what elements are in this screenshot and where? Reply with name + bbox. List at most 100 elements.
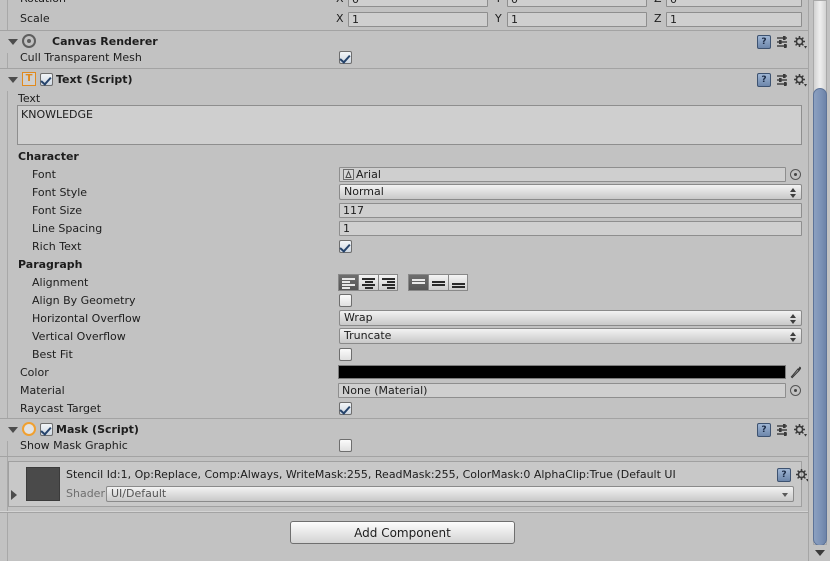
gear-icon[interactable] [795, 468, 808, 482]
row-font: Font Arial [0, 166, 808, 184]
axis-label-x: X [336, 0, 344, 8]
font-style-value: Normal [344, 185, 384, 198]
row-align-by-geometry: Align By Geometry [0, 292, 808, 310]
foldout-arrow-mask-script[interactable] [8, 427, 18, 433]
line-spacing-field[interactable]: 1 [339, 221, 802, 236]
row-font-style: Font Style Normal [0, 184, 808, 202]
row-alignment: Alignment [0, 274, 808, 292]
help-icon[interactable]: ? [757, 73, 771, 87]
canvas-renderer-icon [22, 34, 36, 48]
vertical-overflow-value: Truncate [344, 329, 392, 342]
row-color: Color [0, 364, 808, 382]
row-font-size: Font Size 117 [0, 202, 808, 220]
divider [0, 512, 808, 513]
checkbox-cull-transparent-mesh[interactable] [339, 51, 352, 64]
gear-icon[interactable] [793, 35, 808, 49]
label-cull-transparent-mesh: Cull Transparent Mesh [20, 51, 142, 64]
label-horizontal-overflow: Horizontal Overflow [32, 312, 141, 325]
align-left-button[interactable] [338, 274, 358, 291]
horizontal-overflow-value: Wrap [344, 311, 373, 324]
font-object-field[interactable]: Arial [339, 167, 786, 182]
align-middle-button[interactable] [428, 274, 448, 291]
row-cull-transparent-mesh: Cull Transparent Mesh [0, 49, 808, 67]
scroll-down-button[interactable] [813, 545, 827, 561]
scale-z-field[interactable]: 1 [666, 12, 802, 27]
horizontal-overflow-dropdown[interactable]: Wrap [339, 310, 802, 326]
row-line-spacing: Line Spacing 1 [0, 220, 808, 238]
label-best-fit: Best Fit [32, 348, 73, 361]
row-horizontal-overflow: Horizontal Overflow Wrap [0, 310, 808, 328]
transform-row-scale: Scale X 1 Y 1 Z 1 [0, 10, 808, 28]
axis-label-x: X [336, 12, 344, 25]
axis-label-z: Z [654, 0, 662, 8]
rotation-z-field[interactable]: 0 [666, 0, 802, 7]
row-raycast-target: Raycast Target [0, 400, 808, 418]
inspector-body: Rotation X 0 Y 0 Z 0 Scale X 1 Y 1 Z 1 C… [0, 0, 808, 561]
row-vertical-overflow: Vertical Overflow Truncate [0, 328, 808, 346]
section-header-character: Character [18, 150, 79, 163]
row-show-mask-graphic: Show Mask Graphic [0, 437, 808, 455]
checkbox-rich-text[interactable] [339, 240, 352, 253]
row-best-fit: Best Fit [0, 346, 808, 364]
axis-label-y: Y [495, 12, 502, 25]
gear-icon[interactable] [793, 423, 808, 437]
chevron-down-icon [782, 493, 788, 497]
row-material: Material None (Material) [0, 382, 808, 400]
label-shader: Shader [66, 487, 105, 500]
font-picker-icon[interactable] [790, 169, 801, 180]
checkbox-text-component-enabled[interactable] [40, 73, 53, 86]
component-header-text-script[interactable]: T Text (Script) ? [0, 69, 808, 91]
shader-dropdown[interactable]: UI/Default [106, 486, 794, 502]
foldout-arrow-text-script[interactable] [8, 77, 18, 83]
unity-inspector-window: Rotation X 0 Y 0 Z 0 Scale X 1 Y 1 Z 1 C… [0, 0, 830, 561]
help-icon[interactable]: ? [757, 35, 771, 49]
help-icon[interactable]: ? [777, 468, 791, 482]
align-center-button[interactable] [358, 274, 378, 291]
vertical-scrollbar[interactable] [808, 0, 830, 561]
foldout-arrow-material-block[interactable] [11, 490, 17, 500]
font-style-dropdown[interactable]: Normal [339, 184, 802, 200]
material-name-label: Stencil Id:1, Op:Replace, Comp:Always, W… [66, 468, 676, 481]
label-vertical-overflow: Vertical Overflow [32, 330, 126, 343]
align-right-button[interactable] [378, 274, 398, 291]
label-line-spacing: Line Spacing [32, 222, 103, 235]
rotation-x-field[interactable]: 0 [348, 0, 488, 7]
preset-icon[interactable] [776, 35, 790, 49]
section-header-paragraph: Paragraph [18, 258, 83, 271]
color-swatch[interactable] [338, 365, 786, 379]
gear-icon[interactable] [793, 73, 808, 87]
checkbox-raycast-target[interactable] [339, 402, 352, 415]
label-show-mask-graphic: Show Mask Graphic [20, 439, 128, 452]
checkbox-best-fit[interactable] [339, 348, 352, 361]
label-font-size: Font Size [32, 204, 83, 217]
checkbox-align-by-geometry[interactable] [339, 294, 352, 307]
text-script-icon: T [22, 72, 36, 86]
axis-label-y: Y [495, 0, 502, 8]
scrollbar-thumb[interactable] [813, 88, 827, 546]
checkbox-show-mask-graphic[interactable] [339, 439, 352, 452]
transform-label-scale: Scale [20, 12, 50, 25]
scale-y-field[interactable]: 1 [507, 12, 647, 27]
preset-icon[interactable] [776, 73, 790, 87]
label-material: Material [20, 384, 65, 397]
scale-x-field[interactable]: 1 [348, 12, 488, 27]
alignment-horizontal-group [338, 274, 398, 291]
rotation-y-field[interactable]: 0 [507, 0, 647, 7]
label-color: Color [20, 366, 49, 379]
help-icon[interactable]: ? [757, 423, 771, 437]
preset-icon[interactable] [776, 423, 790, 437]
label-raycast-target: Raycast Target [20, 402, 102, 415]
material-picker-icon[interactable] [790, 385, 801, 396]
material-object-field[interactable]: None (Material) [338, 383, 786, 398]
vertical-overflow-dropdown[interactable]: Truncate [339, 328, 802, 344]
eyedropper-icon[interactable] [790, 365, 802, 379]
align-top-button[interactable] [408, 274, 428, 291]
align-bottom-button[interactable] [448, 274, 468, 291]
divider [0, 456, 808, 457]
font-size-field[interactable]: 117 [339, 203, 802, 218]
text-value-textarea[interactable]: KNOWLEDGE [17, 105, 802, 145]
checkbox-mask-component-enabled[interactable] [40, 423, 53, 436]
add-component-button[interactable]: Add Component [290, 521, 515, 544]
label-alignment: Alignment [32, 276, 89, 289]
foldout-arrow-canvas-renderer[interactable] [8, 39, 18, 45]
